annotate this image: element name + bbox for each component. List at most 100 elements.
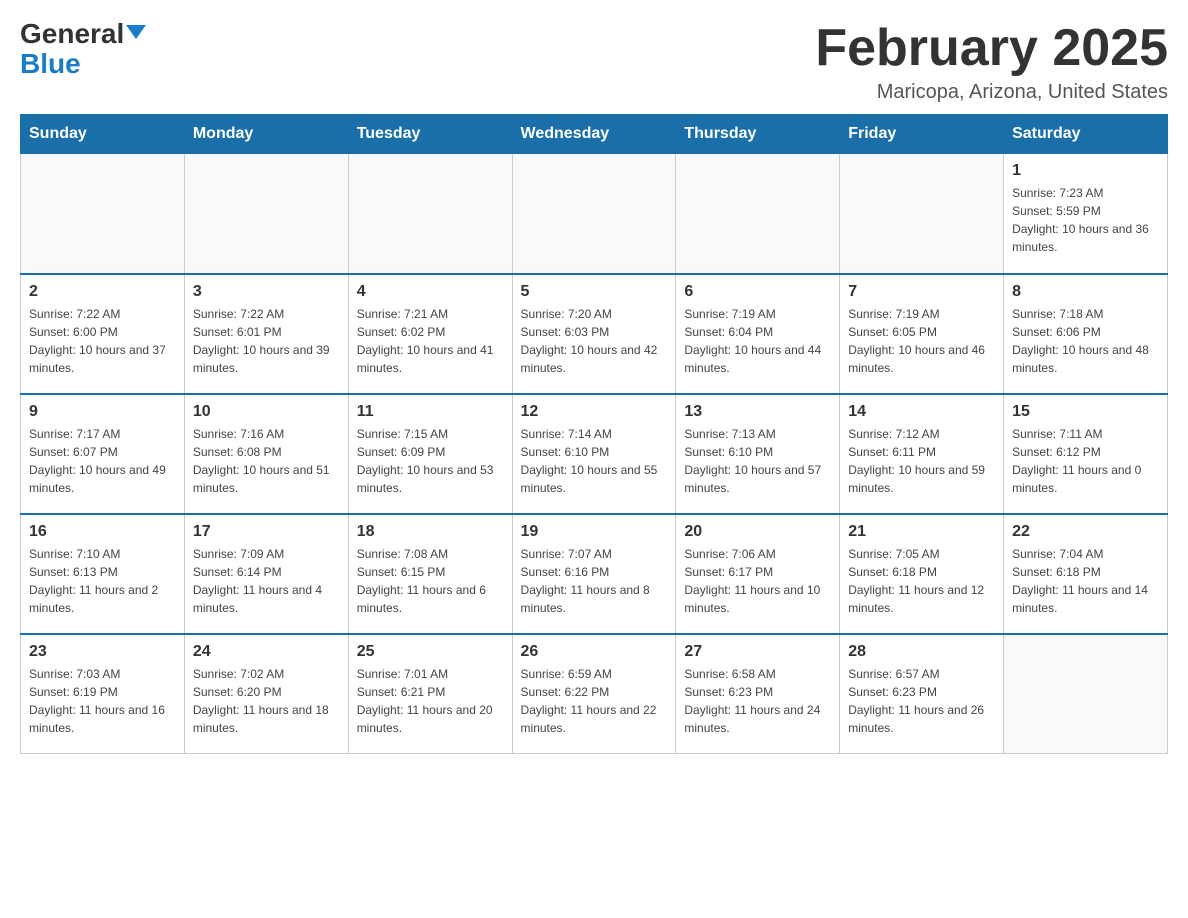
header-tuesday: Tuesday — [348, 115, 512, 154]
calendar-header-row: Sunday Monday Tuesday Wednesday Thursday… — [21, 115, 1168, 154]
day-info: Sunrise: 7:14 AMSunset: 6:10 PMDaylight:… — [521, 425, 668, 497]
day-info: Sunrise: 6:58 AMSunset: 6:23 PMDaylight:… — [684, 665, 831, 737]
day-info: Sunrise: 7:07 AMSunset: 6:16 PMDaylight:… — [521, 545, 668, 617]
day-number: 26 — [521, 643, 668, 661]
header-wednesday: Wednesday — [512, 115, 676, 154]
table-row: 8 Sunrise: 7:18 AMSunset: 6:06 PMDaylight… — [1004, 274, 1168, 394]
day-info: Sunrise: 7:09 AMSunset: 6:14 PMDaylight:… — [193, 545, 340, 617]
day-number: 1 — [1012, 162, 1159, 180]
page-header: General Blue February 2025 Maricopa, Ari… — [20, 20, 1168, 104]
day-info: Sunrise: 7:03 AMSunset: 6:19 PMDaylight:… — [29, 665, 176, 737]
header-sunday: Sunday — [21, 115, 185, 154]
day-info: Sunrise: 7:21 AMSunset: 6:02 PMDaylight:… — [357, 305, 504, 377]
table-row: 18 Sunrise: 7:08 AMSunset: 6:15 PMDayligh… — [348, 514, 512, 634]
day-number: 13 — [684, 403, 831, 421]
table-row: 12 Sunrise: 7:14 AMSunset: 6:10 PMDayligh… — [512, 394, 676, 514]
day-info: Sunrise: 7:10 AMSunset: 6:13 PMDaylight:… — [29, 545, 176, 617]
day-number: 25 — [357, 643, 504, 661]
table-row: 14Sunrise: 7:12 AMSunset: 6:11 PMDayligh… — [840, 394, 1004, 514]
table-row: 19 Sunrise: 7:07 AMSunset: 6:16 PMDayligh… — [512, 514, 676, 634]
table-row: 26 Sunrise: 6:59 AMSunset: 6:22 PMDayligh… — [512, 634, 676, 754]
day-info: Sunrise: 7:06 AMSunset: 6:17 PMDaylight:… — [684, 545, 831, 617]
table-row: 13 Sunrise: 7:13 AMSunset: 6:10 PMDayligh… — [676, 394, 840, 514]
day-number: 24 — [193, 643, 340, 661]
table-row: 5 Sunrise: 7:20 AMSunset: 6:03 PMDaylight… — [512, 274, 676, 394]
day-number: 15 — [1012, 403, 1159, 421]
day-info: Sunrise: 7:01 AMSunset: 6:21 PMDaylight:… — [357, 665, 504, 737]
day-number: 7 — [848, 283, 995, 301]
month-title: February 2025 — [815, 20, 1168, 77]
day-number: 17 — [193, 523, 340, 541]
header-friday: Friday — [840, 115, 1004, 154]
table-row: 2 Sunrise: 7:22 AMSunset: 6:00 PMDaylight… — [21, 274, 185, 394]
day-number: 3 — [193, 283, 340, 301]
header-saturday: Saturday — [1004, 115, 1168, 154]
day-number: 12 — [521, 403, 668, 421]
table-row: 4 Sunrise: 7:21 AMSunset: 6:02 PMDaylight… — [348, 274, 512, 394]
table-row: 27 Sunrise: 6:58 AMSunset: 6:23 PMDayligh… — [676, 634, 840, 754]
header-monday: Monday — [184, 115, 348, 154]
table-row: 25 Sunrise: 7:01 AMSunset: 6:21 PMDayligh… — [348, 634, 512, 754]
table-row: 28 Sunrise: 6:57 AMSunset: 6:23 PMDayligh… — [840, 634, 1004, 754]
table-row: 3 Sunrise: 7:22 AMSunset: 6:01 PMDaylight… — [184, 274, 348, 394]
calendar-week-3: 9 Sunrise: 7:17 AMSunset: 6:07 PMDaylight… — [21, 394, 1168, 514]
day-number: 2 — [29, 283, 176, 301]
day-number: 6 — [684, 283, 831, 301]
day-info: Sunrise: 7:22 AMSunset: 6:00 PMDaylight:… — [29, 305, 176, 377]
day-info: Sunrise: 7:11 AMSunset: 6:12 PMDaylight:… — [1012, 425, 1159, 497]
table-row: 10Sunrise: 7:16 AMSunset: 6:08 PMDayligh… — [184, 394, 348, 514]
day-info: Sunrise: 7:04 AMSunset: 6:18 PMDaylight:… — [1012, 545, 1159, 617]
table-row — [21, 154, 185, 274]
table-row: 17 Sunrise: 7:09 AMSunset: 6:14 PMDayligh… — [184, 514, 348, 634]
day-info: Sunrise: 7:16 AMSunset: 6:08 PMDaylight:… — [193, 425, 340, 497]
table-row: 6 Sunrise: 7:19 AMSunset: 6:04 PMDaylight… — [676, 274, 840, 394]
day-info: Sunrise: 7:02 AMSunset: 6:20 PMDaylight:… — [193, 665, 340, 737]
day-info: Sunrise: 7:17 AMSunset: 6:07 PMDaylight:… — [29, 425, 176, 497]
day-info: Sunrise: 7:15 AMSunset: 6:09 PMDaylight:… — [357, 425, 504, 497]
day-number: 19 — [521, 523, 668, 541]
table-row: 11 Sunrise: 7:15 AMSunset: 6:09 PMDayligh… — [348, 394, 512, 514]
day-info: Sunrise: 7:20 AMSunset: 6:03 PMDaylight:… — [521, 305, 668, 377]
day-info: Sunrise: 7:18 AMSunset: 6:06 PMDaylight:… — [1012, 305, 1159, 377]
table-row: 7Sunrise: 7:19 AMSunset: 6:05 PMDaylight… — [840, 274, 1004, 394]
table-row: 9 Sunrise: 7:17 AMSunset: 6:07 PMDaylight… — [21, 394, 185, 514]
day-info: Sunrise: 6:59 AMSunset: 6:22 PMDaylight:… — [521, 665, 668, 737]
table-row — [512, 154, 676, 274]
day-info: Sunrise: 7:19 AMSunset: 6:04 PMDaylight:… — [684, 305, 831, 377]
title-area: February 2025 Maricopa, Arizona, United … — [815, 20, 1168, 104]
logo-line1: General — [20, 20, 146, 48]
table-row — [676, 154, 840, 274]
table-row: 1 Sunrise: 7:23 AMSunset: 5:59 PMDaylight… — [1004, 154, 1168, 274]
table-row: 21Sunrise: 7:05 AMSunset: 6:18 PMDayligh… — [840, 514, 1004, 634]
table-row: 15 Sunrise: 7:11 AMSunset: 6:12 PMDayligh… — [1004, 394, 1168, 514]
calendar-week-2: 2 Sunrise: 7:22 AMSunset: 6:00 PMDaylight… — [21, 274, 1168, 394]
day-info: Sunrise: 7:13 AMSunset: 6:10 PMDaylight:… — [684, 425, 831, 497]
logo: General Blue — [20, 20, 146, 78]
table-row — [840, 154, 1004, 274]
day-info: Sunrise: 7:22 AMSunset: 6:01 PMDaylight:… — [193, 305, 340, 377]
table-row — [1004, 634, 1168, 754]
day-number: 9 — [29, 403, 176, 421]
table-row: 22 Sunrise: 7:04 AMSunset: 6:18 PMDayligh… — [1004, 514, 1168, 634]
day-number: 27 — [684, 643, 831, 661]
day-number: 8 — [1012, 283, 1159, 301]
logo-line2: Blue — [20, 50, 81, 78]
table-row: 16Sunrise: 7:10 AMSunset: 6:13 PMDayligh… — [21, 514, 185, 634]
calendar-table: Sunday Monday Tuesday Wednesday Thursday… — [20, 114, 1168, 754]
day-info: Sunrise: 7:08 AMSunset: 6:15 PMDaylight:… — [357, 545, 504, 617]
day-number: 4 — [357, 283, 504, 301]
table-row: 23 Sunrise: 7:03 AMSunset: 6:19 PMDayligh… — [21, 634, 185, 754]
day-number: 5 — [521, 283, 668, 301]
day-number: 11 — [357, 403, 504, 421]
day-info: Sunrise: 7:23 AMSunset: 5:59 PMDaylight:… — [1012, 184, 1159, 256]
day-info: Sunrise: 6:57 AMSunset: 6:23 PMDaylight:… — [848, 665, 995, 737]
calendar-week-4: 16Sunrise: 7:10 AMSunset: 6:13 PMDayligh… — [21, 514, 1168, 634]
day-number: 23 — [29, 643, 176, 661]
day-number: 14 — [848, 403, 995, 421]
day-info: Sunrise: 7:05 AMSunset: 6:18 PMDaylight:… — [848, 545, 995, 617]
table-row — [348, 154, 512, 274]
header-thursday: Thursday — [676, 115, 840, 154]
day-number: 28 — [848, 643, 995, 661]
day-number: 22 — [1012, 523, 1159, 541]
day-number: 18 — [357, 523, 504, 541]
